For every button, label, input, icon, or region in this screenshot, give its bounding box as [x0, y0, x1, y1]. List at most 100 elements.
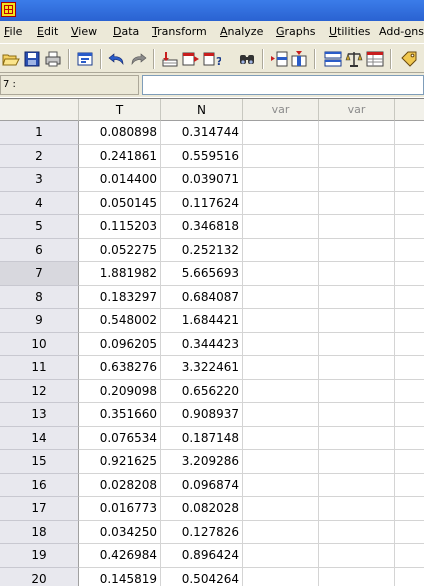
cell-empty[interactable] [395, 192, 424, 215]
cell-n[interactable]: 0.082028 [161, 497, 243, 521]
weight-cases-icon[interactable] [345, 50, 363, 68]
row-number-header[interactable]: 9 [0, 309, 79, 333]
cell-t[interactable]: 0.548002 [79, 309, 161, 333]
cell-empty[interactable] [395, 474, 424, 497]
cell-value-input[interactable] [142, 75, 424, 95]
row-number-header[interactable]: 11 [0, 356, 79, 380]
cell-empty[interactable] [243, 403, 319, 427]
cell-empty[interactable] [243, 262, 319, 286]
cell-empty[interactable] [319, 191, 395, 215]
cell-n[interactable]: 0.684087 [161, 285, 243, 309]
print-icon[interactable] [44, 50, 62, 68]
row-number-header[interactable]: 19 [0, 544, 79, 568]
cell-empty[interactable] [395, 568, 424, 586]
cell-empty[interactable] [395, 333, 424, 356]
row-number-header[interactable]: 6 [0, 238, 79, 262]
menu-transform[interactable]: Transform [152, 25, 207, 39]
column-header-var[interactable]: var [243, 99, 319, 121]
menu-analyze[interactable]: Analyze [220, 25, 263, 39]
cell-empty[interactable] [243, 285, 319, 309]
row-number-header[interactable]: 8 [0, 285, 79, 309]
row-number-header[interactable]: 16 [0, 473, 79, 497]
menu-view[interactable]: View [71, 25, 97, 39]
undo-icon[interactable] [108, 50, 126, 68]
row-number-header[interactable]: 10 [0, 332, 79, 356]
redo-icon[interactable] [129, 50, 147, 68]
cell-t[interactable]: 0.426984 [79, 544, 161, 568]
save-icon[interactable] [23, 50, 41, 68]
cell-empty[interactable] [395, 356, 424, 380]
cell-empty[interactable] [319, 520, 395, 544]
cell-n[interactable]: 0.252132 [161, 238, 243, 262]
cell-empty[interactable] [243, 450, 319, 474]
column-header-var[interactable]: var [319, 99, 395, 121]
split-file-icon[interactable] [324, 50, 342, 68]
cell-t[interactable]: 0.638276 [79, 356, 161, 380]
insert-variable-icon[interactable] [290, 50, 308, 68]
cell-empty[interactable] [395, 168, 424, 192]
cell-empty[interactable] [243, 473, 319, 497]
column-header-var[interactable] [395, 99, 424, 121]
cell-n[interactable]: 5.665693 [161, 262, 243, 286]
row-number-header[interactable]: 14 [0, 426, 79, 450]
cell-empty[interactable] [319, 497, 395, 521]
cell-empty[interactable] [243, 544, 319, 568]
cell-empty[interactable] [395, 380, 424, 403]
cell-empty[interactable] [395, 544, 424, 568]
cell-empty[interactable] [243, 121, 319, 145]
row-number-header[interactable]: 4 [0, 191, 79, 215]
spss-app-icon[interactable] [1, 2, 16, 17]
cell-empty[interactable] [319, 379, 395, 403]
cell-n[interactable]: 0.656220 [161, 379, 243, 403]
cell-empty[interactable] [319, 567, 395, 586]
column-header-t[interactable]: T [79, 99, 161, 121]
cell-empty[interactable] [243, 379, 319, 403]
cell-t[interactable]: 0.096205 [79, 332, 161, 356]
cell-empty[interactable] [395, 403, 424, 427]
cell-t[interactable]: 0.921625 [79, 450, 161, 474]
goto-case-icon[interactable] [161, 50, 179, 68]
row-number-header[interactable]: 15 [0, 450, 79, 474]
row-number-header[interactable]: 18 [0, 520, 79, 544]
cell-t[interactable]: 0.052275 [79, 238, 161, 262]
row-number-header[interactable]: 1 [0, 121, 79, 145]
cell-empty[interactable] [319, 121, 395, 145]
cell-empty[interactable] [243, 238, 319, 262]
insert-cases-icon[interactable] [270, 50, 288, 68]
cell-n[interactable]: 0.504264 [161, 567, 243, 586]
cell-empty[interactable] [243, 497, 319, 521]
cell-t[interactable]: 0.014400 [79, 168, 161, 192]
cell-t[interactable]: 0.016773 [79, 497, 161, 521]
cell-empty[interactable] [243, 356, 319, 380]
cell-n[interactable]: 0.314744 [161, 121, 243, 145]
cell-empty[interactable] [243, 567, 319, 586]
cell-t[interactable]: 0.183297 [79, 285, 161, 309]
corner-header[interactable] [0, 99, 79, 121]
open-icon[interactable] [2, 50, 20, 68]
menu-data[interactable]: Data [113, 25, 139, 39]
cell-empty[interactable] [319, 450, 395, 474]
cell-empty[interactable] [395, 286, 424, 309]
cell-empty[interactable] [243, 309, 319, 333]
cell-t[interactable]: 0.209098 [79, 379, 161, 403]
variables-icon[interactable] [182, 50, 200, 68]
cell-empty[interactable] [319, 215, 395, 239]
cell-n[interactable]: 0.908937 [161, 403, 243, 427]
row-number-header[interactable]: 7 [0, 262, 79, 286]
cell-t[interactable]: 0.080898 [79, 121, 161, 145]
cell-empty[interactable] [319, 332, 395, 356]
cell-n[interactable]: 0.096874 [161, 473, 243, 497]
cell-n[interactable]: 0.344423 [161, 332, 243, 356]
cell-n[interactable]: 0.117624 [161, 191, 243, 215]
cell-empty[interactable] [319, 168, 395, 192]
cell-empty[interactable] [319, 238, 395, 262]
cell-empty[interactable] [395, 450, 424, 474]
cell-empty[interactable] [395, 121, 424, 145]
cell-n[interactable]: 0.039071 [161, 168, 243, 192]
cell-empty[interactable] [243, 215, 319, 239]
cell-n[interactable]: 3.209286 [161, 450, 243, 474]
select-cases-icon[interactable] [366, 50, 384, 68]
row-number-header[interactable]: 3 [0, 168, 79, 192]
cell-t[interactable]: 0.241861 [79, 144, 161, 168]
cell-n[interactable]: 0.896424 [161, 544, 243, 568]
